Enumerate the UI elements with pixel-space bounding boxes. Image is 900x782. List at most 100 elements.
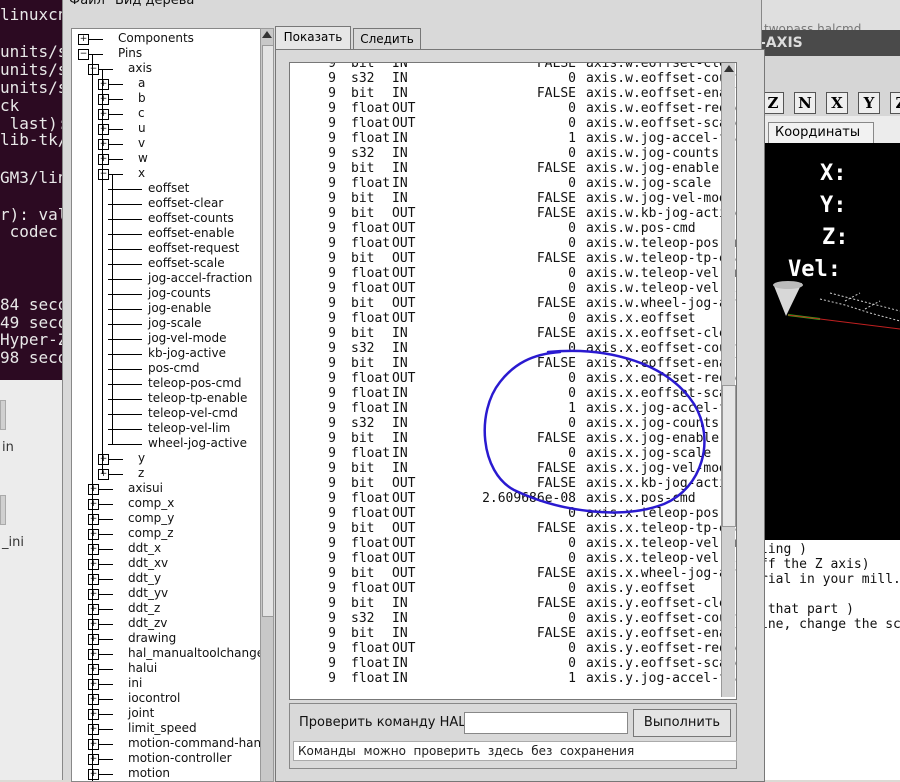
tree-item[interactable]: + z [72,466,260,481]
pin-row[interactable]: 9 float IN 0 axis.x.eoffset-scale [290,386,736,401]
tree-item[interactable]: + ddt_xv [72,556,260,571]
pin-row[interactable]: 9 bit OUT FALSE axis.x.kb-jog-active [290,476,736,491]
expand-icon[interactable]: + [88,619,99,630]
expand-icon[interactable]: + [88,694,99,705]
pin-row[interactable]: 9 floatIN 1 axis.x.jog-accel-fraction [290,401,736,416]
tree-item[interactable]: + comp_z [72,526,260,541]
tree-item[interactable]: + ddt_x [72,541,260,556]
tree-item[interactable]: + b [72,91,260,106]
expand-icon[interactable]: + [88,484,99,495]
pin-row[interactable]: 9 float IN 0 axis.w.jog-scale [290,176,720,191]
axis-view-button[interactable]: N [794,92,816,114]
tree-item[interactable]: kb-jog-active [72,346,260,361]
tree-scrollbar-thumb[interactable] [262,45,274,617]
tree-item[interactable]: + limit_speed [72,721,260,736]
tab-watch[interactable]: Следить [353,28,421,49]
tree-item[interactable]: jog-counts [72,286,260,301]
expand-icon[interactable]: + [88,769,99,780]
tree-item[interactable]: + iocontrol [72,691,260,706]
expand-icon[interactable]: + [98,79,109,90]
execute-button[interactable]: Выполнить [633,709,731,737]
pin-row[interactable]: 9 float OUT 2.609686e-08 axis.x.pos-cmd [290,491,720,506]
collapse-icon[interactable]: − [78,49,89,60]
tree-item[interactable]: teleop-tp-enable [72,391,260,406]
pin-row[interactable]: 9 bit IN FALSE axis.x.jog-vel-mode [290,461,735,476]
tree-item[interactable]: + ddt_z [72,601,260,616]
pin-row[interactable]: 9 float OUT 0 axis.x.eoffset [290,311,720,326]
expand-icon[interactable]: + [98,469,109,480]
tree-item[interactable]: + c [72,106,260,121]
pin-row[interactable]: 9 float IN 0 axis.x.jog-scale [290,446,720,461]
tree-item[interactable]: + axisui [72,481,260,496]
pin-row[interactable]: 9 bit IN FALSE axis.y.eoffset-enable [290,626,736,641]
pin-row[interactable]: 9 floatOUT 0 axis.y.eoffset-request [290,641,736,656]
pin-row[interactable]: 9 float OUT 0 axis.x.teleop-pos-cmd [290,506,736,521]
menu-tree-view[interactable]: Вид дерева [115,0,194,8]
expand-icon[interactable]: + [88,724,99,735]
tree-item[interactable]: + ddt_zv [72,616,260,631]
pin-row[interactable]: 9 float OUT 0 axis.w.teleop-vel-cmd [290,266,736,281]
pin-list-scrollbar-thumb[interactable] [722,385,736,527]
pin-row[interactable]: 9 bit IN FALSE axis.y.eoffset-clear [290,596,736,611]
expand-icon[interactable]: + [88,514,99,525]
pin-list[interactable]: 9 bit IN FALSE axis.w.eoffset-clear 9 s32 IN 0 ax… [289,62,737,700]
tree-item[interactable]: + motion-command-handler [72,736,260,751]
pin-row[interactable]: 9 float OUT 0 axis.y.eoffset [290,581,720,596]
tree-item[interactable]: eoffset-enable [72,226,260,241]
tree-item[interactable]: + joint [72,706,260,721]
pin-row[interactable]: 9 floatOUT 0 axis.x.eoffset-request [290,371,736,386]
tree-item[interactable]: + ddt_yv [72,586,260,601]
pin-row[interactable]: 9 s32 IN 0 axis.w.jog-counts [290,146,720,161]
expand-icon[interactable]: + [98,454,109,465]
pin-row[interactable]: 9 bit OUT FALSE axis.x.teleop-tp-enable [290,521,736,536]
tree-scrollbar[interactable] [260,28,274,782]
expand-icon[interactable]: + [98,139,109,150]
tree-item[interactable]: − Pins [72,46,260,61]
tree-item[interactable]: + hal_manualtoolchange [72,646,260,661]
expand-icon[interactable]: + [98,124,109,135]
expand-icon[interactable]: + [78,34,89,45]
collapse-icon[interactable]: − [88,64,99,75]
expand-icon[interactable]: + [88,649,99,660]
expand-icon[interactable]: + [88,499,99,510]
tree-item[interactable]: + comp_y [72,511,260,526]
expand-icon[interactable]: + [88,574,99,585]
tree-item[interactable]: + ini [72,676,260,691]
tree-item[interactable]: jog-scale [72,316,260,331]
tree-item[interactable]: jog-enable [72,301,260,316]
expand-icon[interactable]: + [98,94,109,105]
tree-item[interactable]: wheel-jog-active [72,436,260,451]
desktop-file-icon[interactable] [0,400,6,430]
hal-tree-view[interactable]: + Components − Pins − axis + a + b + c + u + v + w − x eoffs… [71,28,261,782]
tree-item[interactable]: + comp_x [72,496,260,511]
pin-row[interactable]: 9 float OUT 0 axis.x.teleop-vel-cmd [290,536,736,551]
scroll-up-arrow-icon[interactable] [262,31,272,38]
pin-row[interactable]: 9 float OUT 0 axis.w.eoffset-scale [290,116,736,131]
tree-item[interactable]: + u [72,121,260,136]
expand-icon[interactable]: + [88,739,99,750]
tree-item[interactable]: pos-cmd [72,361,260,376]
pin-row[interactable]: 9 bit OUT FALSE axis.w.wheel-jog-active [290,296,736,311]
pin-row[interactable]: 9 float OUT 0 axis.w.teleop-vel-lim [290,281,736,296]
tree-item[interactable]: eoffset-scale [72,256,260,271]
expand-icon[interactable]: + [88,544,99,555]
pin-row[interactable]: 9 bit OUT FALSE axis.x.wheel-jog-active [290,566,736,581]
expand-icon[interactable]: + [88,589,99,600]
tree-item[interactable]: teleop-vel-cmd [72,406,260,421]
tree-item[interactable]: eoffset [72,181,260,196]
collapse-icon[interactable]: − [98,169,109,180]
expand-icon[interactable]: + [88,604,99,615]
pin-row[interactable]: 9 floatOUT 0 axis.w.eoffset-request [290,101,736,116]
expand-icon[interactable]: + [88,529,99,540]
pin-row[interactable]: 9 bit IN FALSE axis.x.eoffset-clear [290,326,736,341]
tree-item[interactable]: + drawing [72,631,260,646]
desktop-file-icon[interactable] [0,495,6,525]
expand-icon[interactable]: + [98,109,109,120]
pin-row[interactable]: 9 s32 IN 0 axis.x.jog-counts [290,416,720,431]
tree-item[interactable]: + w [72,151,260,166]
tree-item[interactable]: + y [72,451,260,466]
expand-icon[interactable]: + [88,679,99,690]
pin-row[interactable]: 9 bit IN FALSE axis.w.jog-vel-mode [290,191,735,206]
pin-row[interactable]: 9 bit IN FALSE axis.w.eoffset-clear [290,63,736,71]
tab-show[interactable]: Показать [275,26,351,50]
